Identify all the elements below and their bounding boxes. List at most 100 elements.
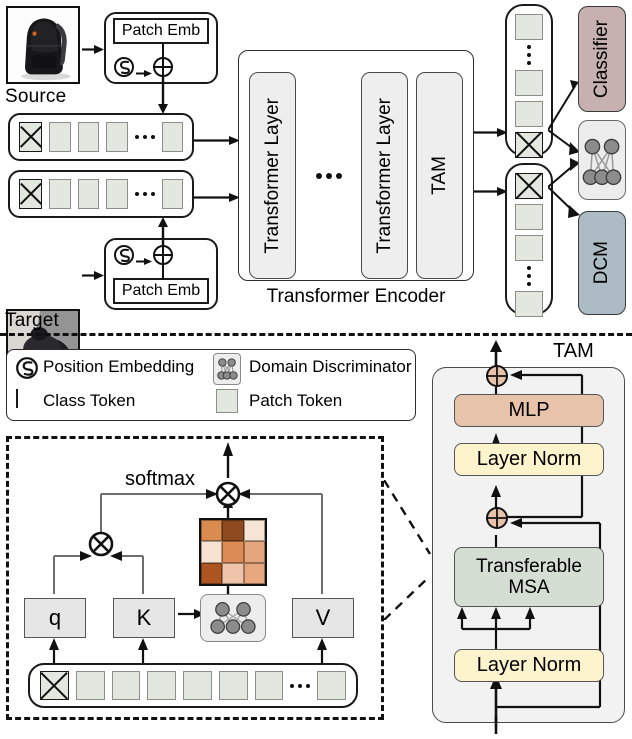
target-arrow-to-sequence [157, 216, 169, 246]
tam-msa-label-line2: MSA [508, 577, 550, 598]
source-image [6, 6, 80, 84]
classifier-block[interactable]: Classifier [578, 6, 626, 112]
tam-layer-norm-bottom-label: Layer Norm [476, 654, 582, 676]
encoder-output-arrow-target [474, 183, 508, 196]
legend-class-token-label: Class Token [43, 391, 136, 410]
source-arrow-to-sequence [157, 76, 169, 114]
encoder-ellipsis [315, 172, 342, 179]
attention-cell-1-0 [201, 541, 223, 563]
patch-token [183, 671, 212, 700]
target-caption: Target [5, 310, 60, 331]
patch-token [77, 179, 99, 209]
legend-class-token-icon [16, 389, 18, 408]
target-position-embedding-icon [113, 244, 135, 266]
tam-layer-label: TAM [428, 156, 450, 195]
tam-layer-norm-top: Layer Norm [454, 443, 604, 476]
patch-token [77, 122, 99, 152]
transformer-layer-1-label: Transformer Layer [261, 97, 283, 254]
source-sequence-to-encoder-arrow [194, 132, 240, 145]
class-token [19, 122, 42, 152]
source-caption: Source [5, 86, 67, 107]
target-image-arrow [82, 267, 104, 280]
column-ellipsis [527, 45, 531, 65]
tam-title: TAM [553, 340, 594, 362]
class-token [515, 173, 543, 199]
target-arrow-pos-to-add [136, 252, 152, 265]
dcm-block[interactable]: DCM [578, 211, 626, 315]
target-sequence-to-encoder-arrow [194, 189, 240, 202]
attention-domain-discriminator-icon [200, 594, 266, 642]
tam-residual-add-top [484, 363, 510, 389]
legend-domain-discriminator-label: Domain Discriminator [249, 357, 412, 376]
source-patchemb-to-add-line [162, 44, 164, 58]
patch-token [515, 291, 543, 317]
tam-layer: TAM [416, 72, 463, 279]
patch-token [75, 671, 105, 700]
patch-token [317, 671, 346, 700]
legend-position-embedding-icon [15, 356, 39, 380]
attention-cell-2-0 [201, 562, 223, 584]
column-ellipsis [527, 266, 531, 286]
legend-patch-token-label: Patch Token [249, 391, 343, 410]
transformer-encoder: Transformer Layer Transformer Layer TAM [238, 50, 474, 281]
patch-token [111, 671, 141, 700]
patch-token [515, 204, 543, 230]
attention-cell-1-2 [243, 541, 265, 563]
target-patch-emb-box: Patch Emb [113, 278, 209, 304]
patch-token [161, 179, 183, 209]
source-position-embedding-icon [113, 56, 135, 78]
tam-mlp-label: MLP [508, 399, 550, 421]
attention-cell-0-0 [201, 520, 223, 542]
tam-transferable-msa-block: Transferable MSA [454, 547, 604, 607]
source-token-sequence [8, 113, 194, 161]
sequence-ellipsis [290, 683, 311, 688]
target-patch-emb-label: Patch Emb [121, 282, 201, 299]
patch-token [515, 70, 543, 96]
patch-token [106, 122, 128, 152]
patch-token [515, 235, 543, 261]
attention-token-sequence [28, 663, 358, 708]
target-token-sequence [8, 170, 194, 218]
value-box: V [292, 598, 354, 638]
attention-multiply-av-icon [213, 479, 243, 509]
attention-cell-0-2 [243, 520, 265, 542]
target-add-icon [152, 244, 174, 266]
target-output-token-column [505, 163, 553, 317]
tam-msa-label-line1: Transferable [476, 555, 582, 577]
key-label: K [136, 605, 152, 630]
patch-token [515, 101, 543, 127]
patch-token [147, 671, 176, 700]
patch-token [515, 14, 543, 40]
class-token [40, 671, 69, 700]
legend-box: Position Embedding Domain Discriminator … [6, 349, 416, 421]
encoder-output-arrow-source [474, 124, 508, 137]
transformer-layer-2: Transformer Layer [361, 72, 408, 279]
source-arrow-pos-to-add [136, 64, 152, 77]
transformer-layer-2-label: Transformer Layer [373, 97, 395, 254]
legend-patch-token-icon [216, 389, 238, 413]
sequence-ellipsis [134, 192, 155, 196]
attention-cell-2-2 [243, 562, 265, 584]
value-label: V [315, 605, 331, 630]
patch-token [49, 179, 71, 209]
query-label: q [48, 605, 62, 630]
tam-layer-norm-bottom: Layer Norm [454, 649, 604, 682]
patch-token [49, 122, 71, 152]
query-box: q [24, 598, 86, 638]
patch-token [161, 122, 183, 152]
attention-cell-2-1 [222, 562, 244, 584]
source-add-icon [152, 56, 174, 78]
tam-layer-norm-top-label: Layer Norm [476, 448, 582, 470]
source-patch-emb-box: Patch Emb [113, 18, 209, 44]
source-patch-emb-label: Patch Emb [121, 22, 201, 39]
tam-mlp-block: MLP [454, 394, 604, 427]
dcm-label: DCM [591, 241, 612, 285]
key-box: K [113, 598, 175, 638]
attention-multiply-qk-icon [86, 529, 116, 559]
patch-token [254, 671, 284, 700]
patch-token [106, 179, 128, 209]
class-token [19, 179, 42, 209]
legend-domain-discriminator-icon [213, 353, 241, 385]
tam-residual-add-bottom [484, 505, 510, 531]
legend-position-embedding-label: Position Embedding [43, 357, 195, 376]
